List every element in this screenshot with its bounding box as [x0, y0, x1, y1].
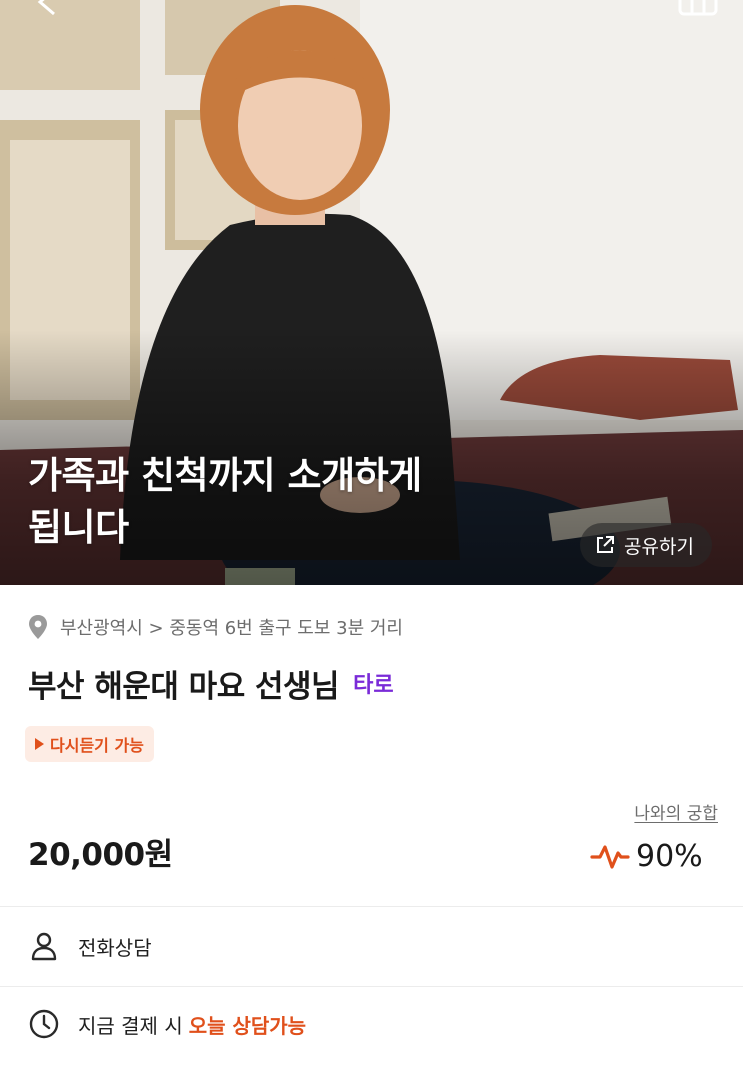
share-button[interactable]: 공유하기 — [580, 523, 712, 567]
person-icon — [31, 932, 57, 961]
hero-title-line2: 됩니다 — [28, 506, 129, 549]
pay-prefix: 지금 결제 시 — [78, 1013, 183, 1038]
chevron-left-icon[interactable] — [26, 0, 66, 22]
counselor-name: 부산 해운대 마요 선생님 — [28, 668, 340, 705]
location-text: 부산광역시 > 중동역 6번 출구 도보 3분 거리 — [60, 618, 403, 639]
replay-badge-label: 다시듣기 가능 — [50, 736, 144, 755]
menu-icon[interactable] — [676, 0, 720, 18]
hero-banner: 가족과 친척까지 소개하게 됩니다 공유하기 — [0, 0, 743, 585]
divider — [0, 906, 743, 907]
play-icon — [35, 738, 44, 750]
availability-highlight: 오늘 상담가능 — [188, 1013, 307, 1038]
compatibility-link[interactable]: 나와의 궁합 — [612, 799, 718, 824]
category-tag: 타로 — [353, 673, 394, 698]
divider — [0, 986, 743, 987]
pulse-icon — [590, 845, 630, 869]
consult-type-row: 전화상담 — [28, 926, 152, 966]
hero-title-line1: 가족과 친척까지 소개하게 — [28, 454, 422, 497]
external-link-icon — [597, 536, 614, 553]
price: 20,000원 — [28, 837, 173, 873]
compatibility-score: 90% — [590, 834, 703, 878]
counselor-name-row: 부산 해운대 마요 선생님 타로 — [28, 660, 394, 706]
map-pin-icon — [29, 615, 47, 639]
clock-icon — [29, 1009, 59, 1039]
replay-badge: 다시듣기 가능 — [25, 726, 154, 762]
compatibility-percent: 90% — [636, 838, 703, 874]
hero-title: 가족과 친척까지 소개하게 됩니다 — [28, 450, 568, 554]
share-label: 공유하기 — [624, 535, 694, 558]
consult-type-label: 전화상담 — [78, 935, 152, 960]
availability-row: 지금 결제 시 오늘 상담가능 — [28, 1004, 306, 1044]
location-breadcrumb[interactable]: 부산광역시 > 중동역 6번 출구 도보 3분 거리 — [28, 612, 403, 642]
